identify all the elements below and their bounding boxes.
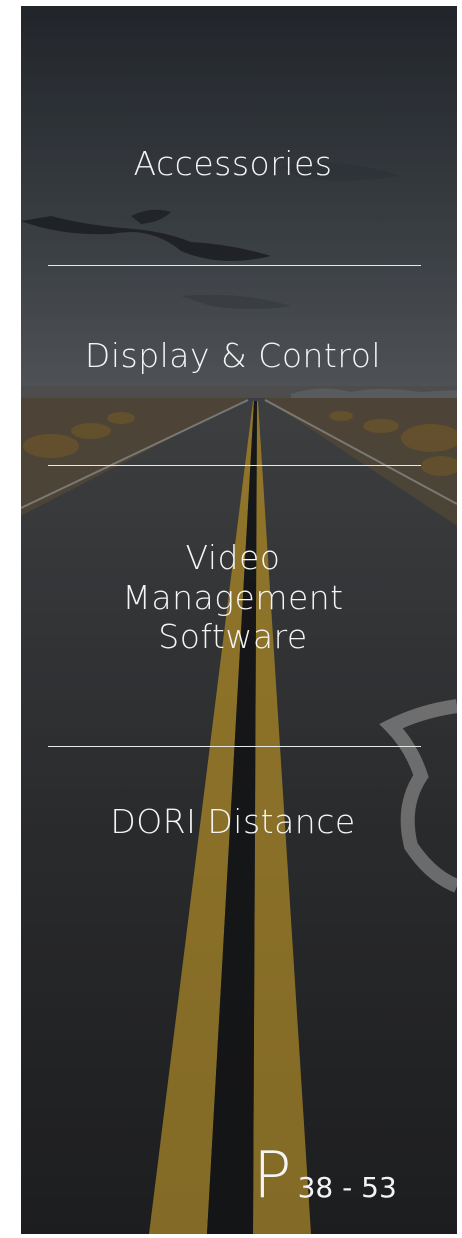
menu-item-vms-line1: Video: [185, 538, 281, 577]
divider: [48, 265, 421, 266]
menu-item-vms-line3: Software: [158, 617, 308, 657]
page-reference: P 38 - 53: [253, 1144, 397, 1208]
menu-overlay: Accessories Display & Control Video Mana…: [21, 6, 457, 1234]
catalog-page: Accessories Display & Control Video Mana…: [21, 6, 457, 1234]
menu-item-accessories[interactable]: Accessories: [21, 144, 445, 184]
page-range: 38 - 53: [297, 1171, 397, 1204]
menu-item-dori-distance[interactable]: DORI Distance: [21, 802, 445, 842]
menu-item-vms-line2: Management: [122, 577, 344, 617]
divider: [48, 746, 421, 747]
divider: [48, 465, 421, 466]
menu-item-video-management-software[interactable]: Video Management Software: [21, 538, 445, 657]
page-letter: P: [253, 1139, 292, 1213]
menu-item-display-control[interactable]: Display & Control: [21, 336, 445, 376]
